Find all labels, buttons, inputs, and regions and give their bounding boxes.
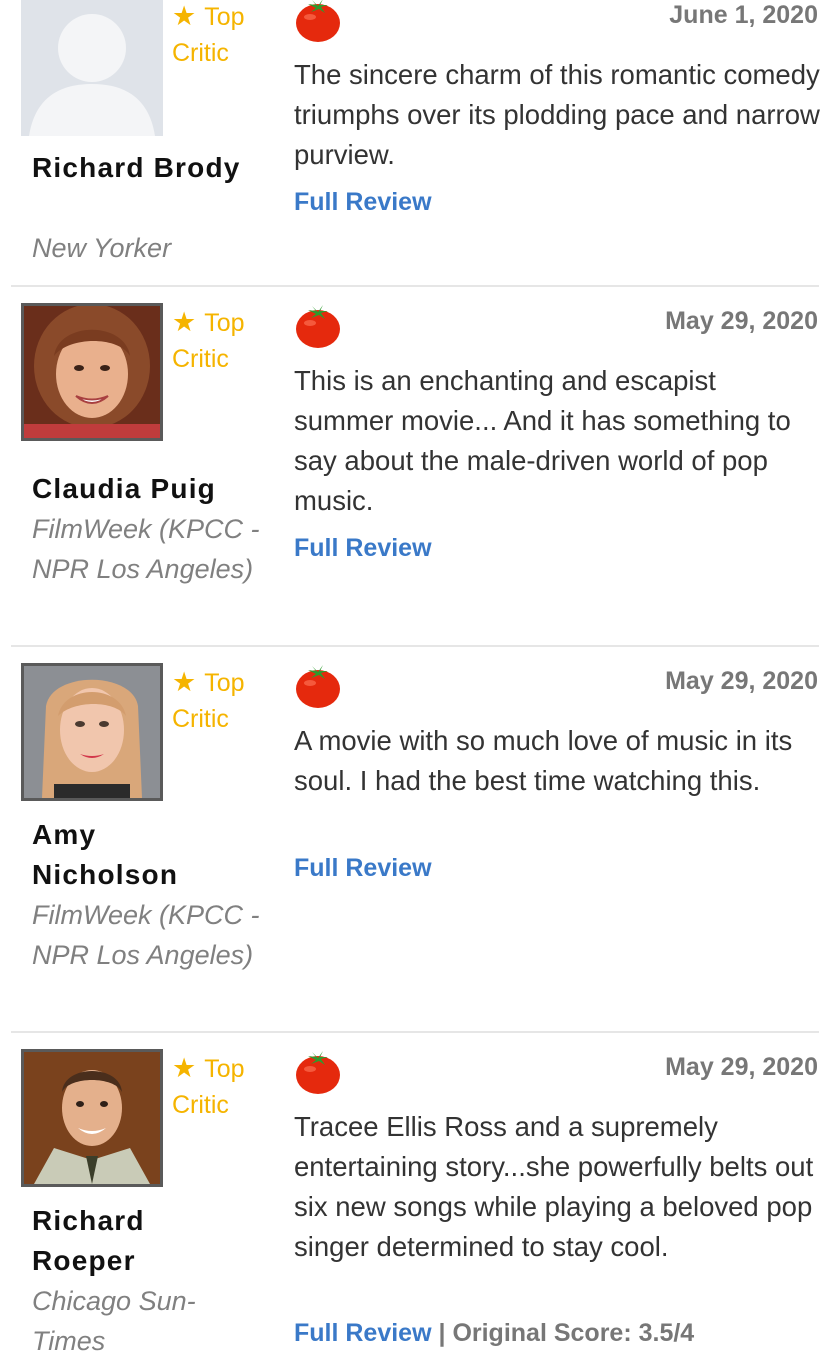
review-links: Full Review <box>294 187 432 217</box>
review-quote: Tracee Ellis Ross and a supremely entert… <box>294 1111 814 1262</box>
fresh-tomato-icon <box>294 1048 342 1096</box>
publication-name[interactable]: FilmWeek (KPCC - NPR Los Angeles) <box>32 895 262 975</box>
critic-name[interactable]: Richard Brody <box>32 148 262 188</box>
critic-photo <box>24 666 160 798</box>
review-quote: A movie with so much love of music in it… <box>294 725 793 796</box>
review-links: Full Review | Original Score: 3.5/4 <box>294 1318 694 1348</box>
full-review-link[interactable]: Full Review <box>294 1319 432 1347</box>
top-critic-badge: ★ Top Critic <box>172 1050 272 1123</box>
critic-avatar[interactable] <box>21 1049 163 1187</box>
star-icon: ★ <box>172 1 197 31</box>
critic-avatar[interactable] <box>21 303 163 441</box>
critic-photo <box>24 306 160 438</box>
publication-name[interactable]: New Yorker <box>32 228 262 268</box>
user-placeholder-icon <box>29 14 155 136</box>
star-icon: ★ <box>172 667 197 697</box>
critic-name[interactable]: Claudia Puig <box>32 469 262 509</box>
fresh-tomato-icon <box>294 662 342 710</box>
review-date: May 29, 2020 <box>665 1053 818 1081</box>
review-card: ★ Top Critic Richard Brody New Yorker Jun… <box>0 0 828 286</box>
original-score: | Original Score: 3.5/4 <box>438 1319 695 1347</box>
review-quote: This is an enchanting and escapist summe… <box>294 365 791 516</box>
top-critic-badge: ★ Top Critic <box>172 664 272 737</box>
review-links: Full Review <box>294 533 432 563</box>
review-links: Full Review <box>294 853 432 883</box>
star-icon: ★ <box>172 307 197 337</box>
star-icon: ★ <box>172 1053 197 1083</box>
top-critic-badge: ★ Top Critic <box>172 0 272 71</box>
full-review-link[interactable]: Full Review <box>294 534 432 562</box>
review-card: ★ Top Critic Amy Nicholson FilmWeek (KPCC… <box>0 647 828 1032</box>
review-date: June 1, 2020 <box>669 1 818 29</box>
critic-avatar[interactable] <box>21 663 163 801</box>
full-review-link[interactable]: Full Review <box>294 188 432 216</box>
full-review-link[interactable]: Full Review <box>294 854 432 882</box>
review-card: ★ Top Critic Claudia Puig FilmWeek (KPCC … <box>0 287 828 646</box>
review-card: ★ Top Critic Richard Roeper Chicago Sun-T… <box>0 1033 828 1356</box>
review-quote: The sincere charm of this romantic comed… <box>294 59 820 170</box>
critic-photo <box>24 1052 160 1184</box>
review-date: May 29, 2020 <box>665 667 818 695</box>
publication-name[interactable]: Chicago Sun-Times <box>32 1281 242 1361</box>
top-critic-badge: ★ Top Critic <box>172 304 272 377</box>
critic-name[interactable]: Richard Roeper <box>32 1201 212 1281</box>
critic-avatar[interactable] <box>21 0 163 136</box>
review-date: May 29, 2020 <box>665 307 818 335</box>
critic-name[interactable]: Amy Nicholson <box>32 815 212 895</box>
publication-name[interactable]: FilmWeek (KPCC - NPR Los Angeles) <box>32 509 262 589</box>
fresh-tomato-icon <box>294 0 342 44</box>
fresh-tomato-icon <box>294 302 342 350</box>
